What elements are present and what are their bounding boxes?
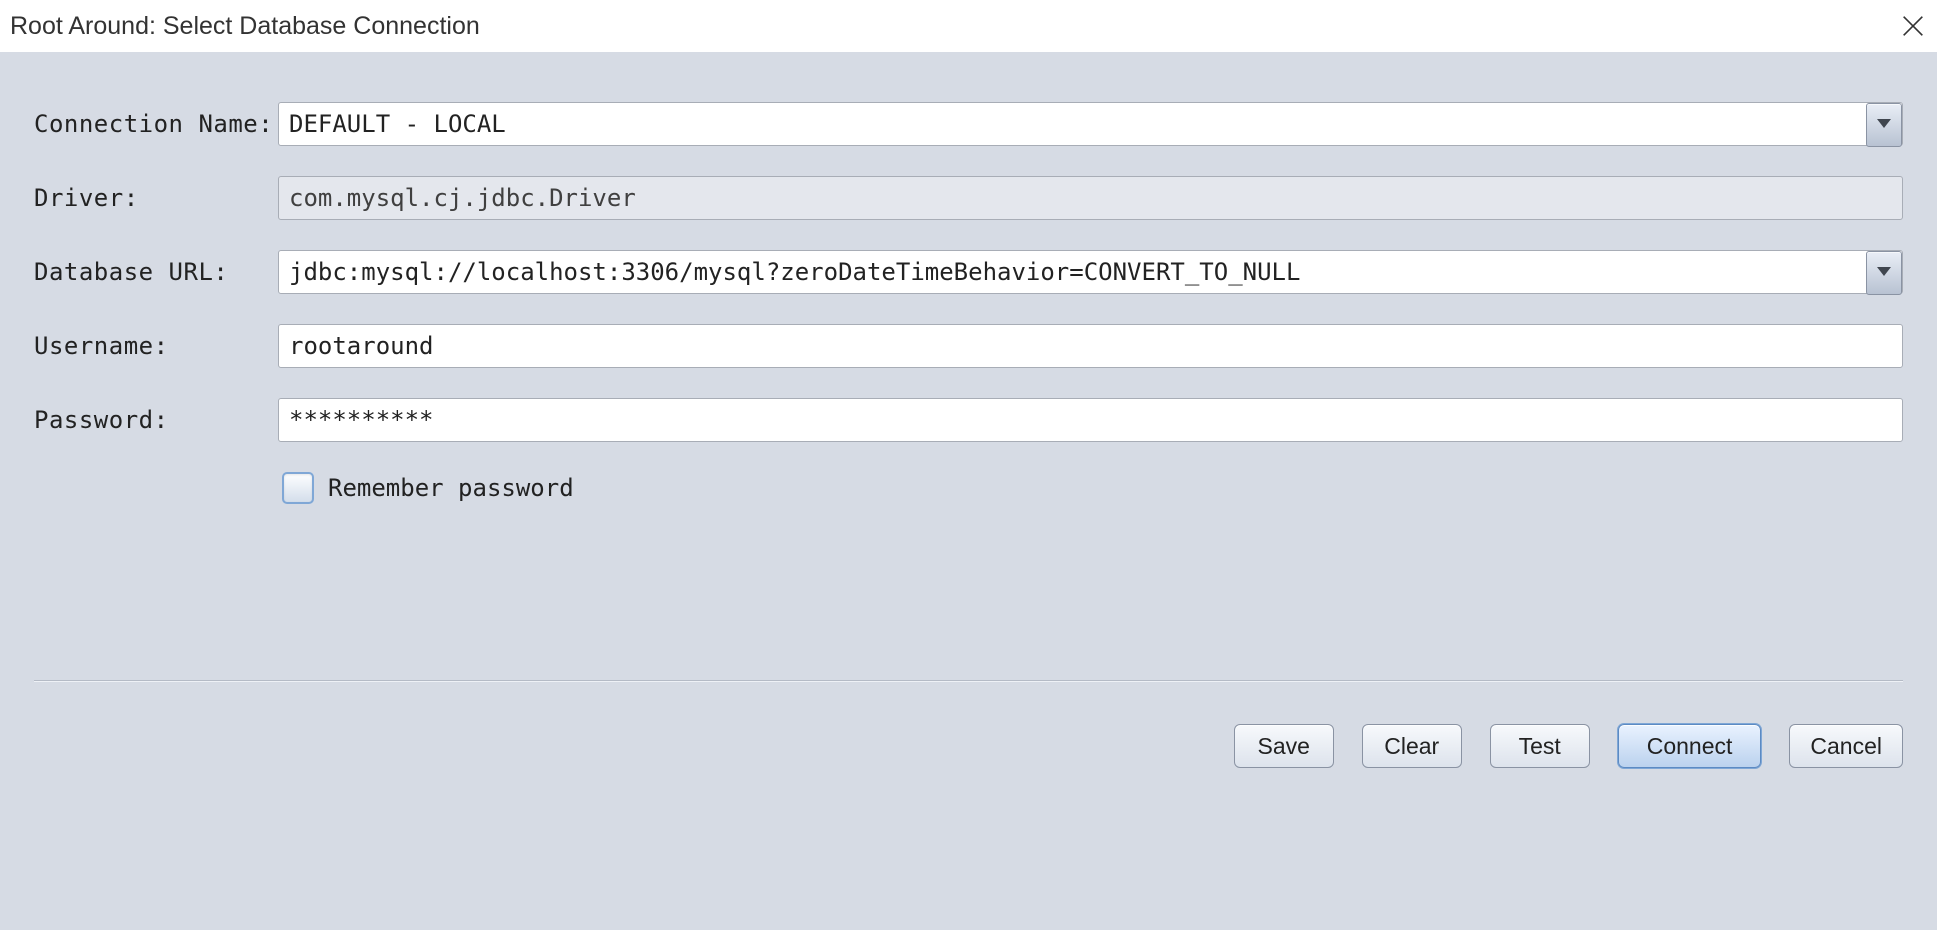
chevron-down-icon <box>1877 264 1891 282</box>
username-row: Username: <box>34 324 1903 368</box>
driver-label: Driver: <box>34 184 278 212</box>
username-input[interactable] <box>278 324 1903 368</box>
username-label: Username: <box>34 332 278 360</box>
database-url-dropdown-button[interactable] <box>1866 251 1902 295</box>
connection-name-label: Connection Name: <box>34 110 278 138</box>
test-button[interactable]: Test <box>1490 724 1590 768</box>
close-icon[interactable] <box>1899 12 1927 40</box>
driver-input: com.mysql.cj.jdbc.Driver <box>278 176 1903 220</box>
connect-button[interactable]: Connect <box>1618 724 1762 768</box>
database-url-row: Database URL: <box>34 250 1903 294</box>
password-label: Password: <box>34 406 278 434</box>
window-title: Root Around: Select Database Connection <box>10 12 1899 41</box>
chevron-down-icon <box>1877 116 1891 134</box>
clear-button[interactable]: Clear <box>1362 724 1462 768</box>
database-url-label: Database URL: <box>34 258 278 286</box>
password-row: Password: <box>34 398 1903 442</box>
driver-row: Driver: com.mysql.cj.jdbc.Driver <box>34 176 1903 220</box>
connection-name-input[interactable] <box>278 102 1903 146</box>
form-area: Connection Name: Driver: com.mysql.cj.jd… <box>0 52 1937 504</box>
button-row: Save Clear Test Connect Cancel <box>1234 724 1903 768</box>
title-bar: Root Around: Select Database Connection <box>0 0 1937 52</box>
connection-name-row: Connection Name: <box>34 102 1903 146</box>
remember-password-label: Remember password <box>328 474 574 502</box>
remember-password-checkbox[interactable] <box>282 472 314 504</box>
database-url-input[interactable] <box>278 250 1903 294</box>
save-button[interactable]: Save <box>1234 724 1334 768</box>
separator <box>34 680 1903 682</box>
remember-password-row: Remember password <box>282 472 1903 504</box>
connection-name-dropdown-button[interactable] <box>1866 103 1902 147</box>
cancel-button[interactable]: Cancel <box>1789 724 1903 768</box>
dialog-body: Connection Name: Driver: com.mysql.cj.jd… <box>0 52 1937 930</box>
password-input[interactable] <box>278 398 1903 442</box>
